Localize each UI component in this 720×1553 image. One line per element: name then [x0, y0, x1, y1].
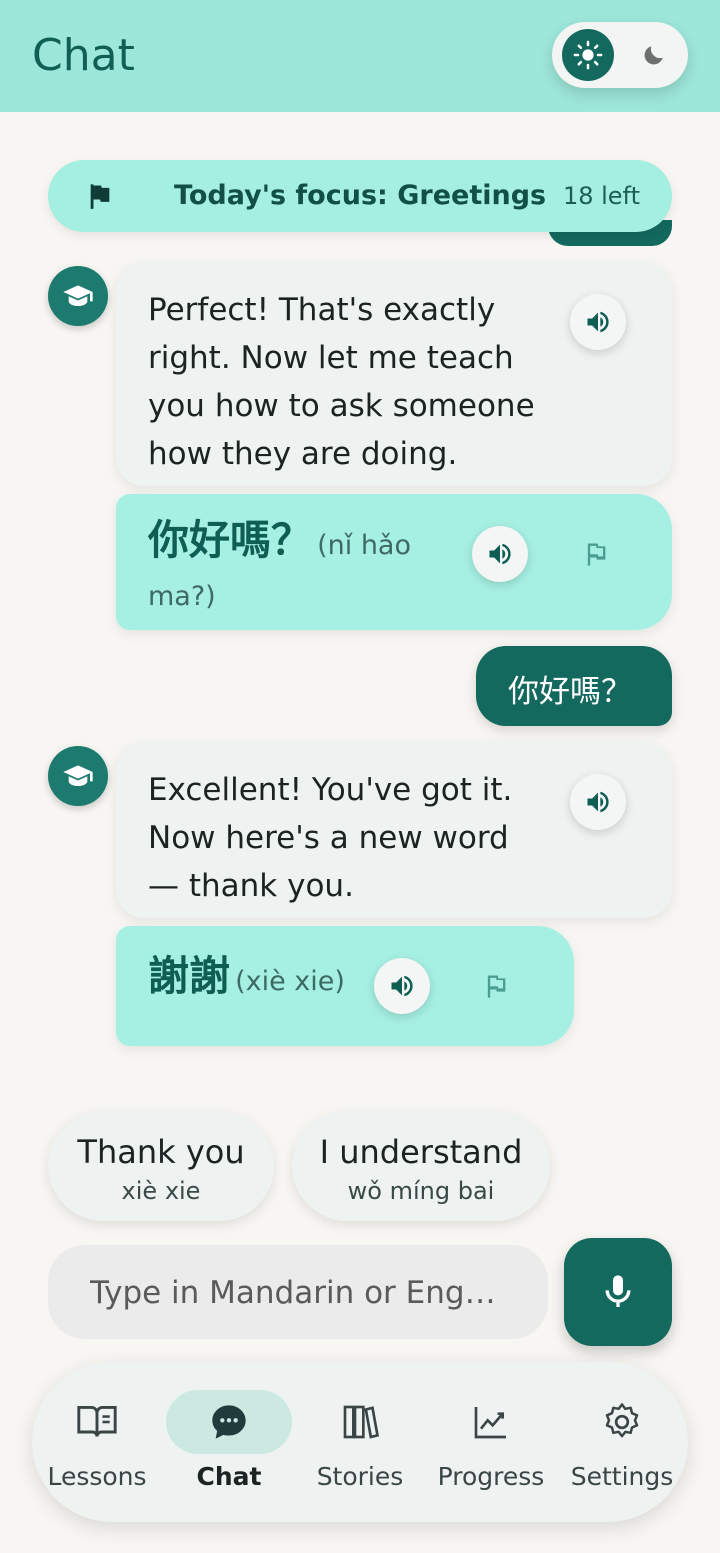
chart-line-icon: [426, 1400, 556, 1444]
vocab-card: 謝謝 (xiè xie): [116, 926, 574, 1046]
microphone-button[interactable]: [564, 1238, 672, 1346]
app-header: Chat: [0, 0, 720, 112]
nav-item-settings[interactable]: Settings: [557, 1362, 687, 1522]
nav-item-progress[interactable]: Progress: [426, 1362, 556, 1522]
quick-reply-label: I understand: [319, 1133, 523, 1171]
nav-label: Chat: [196, 1462, 262, 1491]
focus-title: Today's focus: Greetings: [174, 180, 547, 211]
user-message: 你好嗎？: [476, 646, 672, 726]
nav-label: Stories: [316, 1462, 404, 1491]
bot-message-text: Perfect! That's exactly right. Now let m…: [148, 292, 535, 472]
tutor-avatar: [48, 746, 108, 806]
report-flag-icon[interactable]: [582, 540, 610, 572]
vocab-hanzi: 你好嗎？: [148, 516, 312, 564]
theme-toggle[interactable]: [552, 22, 688, 88]
chat-bubble-icon: [164, 1400, 294, 1444]
graduation-cap-icon: [63, 765, 93, 786]
bot-message: Perfect! That's exactly right. Now let m…: [116, 262, 672, 486]
page-title: Chat: [32, 30, 135, 81]
focus-remaining: 18 left: [562, 182, 640, 210]
moon-icon[interactable]: [636, 37, 672, 73]
speaker-icon[interactable]: [570, 294, 626, 350]
bot-message-text: Excellent! You've got it. Now here's a n…: [148, 772, 513, 904]
message-input-container: [48, 1245, 548, 1339]
focus-banner[interactable]: Today's focus: Greetings 18 left: [48, 160, 672, 232]
quick-reply-label: Thank you: [77, 1133, 245, 1171]
bot-message: Excellent! You've got it. Now here's a n…: [116, 742, 672, 918]
quick-reply-pinyin: wǒ míng bai: [347, 1177, 495, 1205]
nav-label: Progress: [437, 1462, 545, 1491]
nav-item-chat[interactable]: Chat: [164, 1362, 294, 1522]
nav-label: Settings: [570, 1462, 674, 1491]
books-icon: [295, 1400, 425, 1444]
sun-icon[interactable]: [562, 29, 614, 81]
speaker-icon[interactable]: [570, 774, 626, 830]
gear-icon: [557, 1400, 687, 1444]
book-open-icon: [32, 1400, 162, 1444]
report-flag-icon[interactable]: [482, 972, 510, 1004]
quick-reply-thank-you[interactable]: Thank you xiè xie: [48, 1111, 274, 1221]
message-input[interactable]: [88, 1271, 522, 1315]
nav-item-stories[interactable]: Stories: [295, 1362, 425, 1522]
nav-item-lessons[interactable]: Lessons: [32, 1362, 162, 1522]
vocab-card: 你好嗎？ (nǐ hǎo ma?): [116, 494, 672, 630]
quick-reply-i-understand[interactable]: I understand wǒ míng bai: [292, 1111, 550, 1221]
speaker-icon[interactable]: [472, 526, 528, 582]
flag-icon: [86, 182, 114, 214]
microphone-icon: [605, 1275, 631, 1307]
vocab-hanzi: 謝謝: [148, 952, 230, 1000]
user-message-text: 你好嗎？: [508, 674, 632, 710]
quick-reply-pinyin: xiè xie: [121, 1177, 201, 1205]
tutor-avatar: [48, 266, 108, 326]
graduation-cap-icon: [63, 285, 93, 306]
vocab-pinyin: (xiè xie): [235, 966, 345, 997]
nav-label: Lessons: [47, 1462, 147, 1491]
speaker-icon[interactable]: [374, 958, 430, 1014]
bottom-navigation: Lessons Chat Stories Progress Settings: [32, 1362, 688, 1522]
